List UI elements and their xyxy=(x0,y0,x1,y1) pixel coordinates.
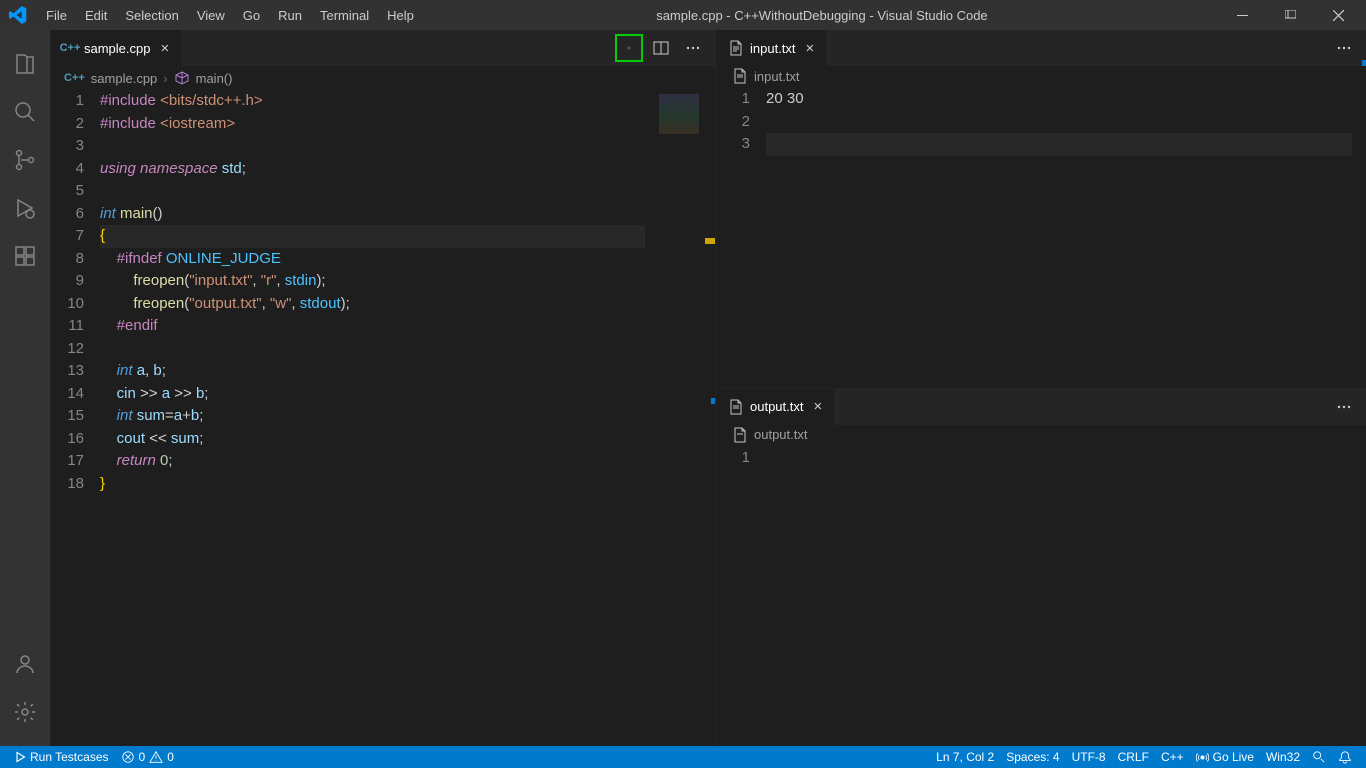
accounts-icon[interactable] xyxy=(1,640,49,688)
menu-edit[interactable]: Edit xyxy=(77,4,115,27)
window-title: sample.cpp - C++WithoutDebugging - Visua… xyxy=(422,8,1222,23)
close-tab-icon[interactable]: × xyxy=(160,40,169,57)
code-editor[interactable]: 123456789101112131415161718 #include <bi… xyxy=(50,90,715,746)
extensions-icon[interactable] xyxy=(1,232,49,280)
tab-input-txt[interactable]: input.txt × xyxy=(716,30,826,66)
vscode-logo-icon xyxy=(8,5,28,25)
cursor-position[interactable]: Ln 7, Col 2 xyxy=(930,746,1000,768)
go-live-button[interactable]: Go Live xyxy=(1190,746,1260,768)
source-control-icon[interactable] xyxy=(1,136,49,184)
tab-label: sample.cpp xyxy=(84,41,150,56)
breadcrumb-file: sample.cpp xyxy=(91,71,157,86)
tab-label: input.txt xyxy=(750,41,796,56)
breadcrumb[interactable]: input.txt xyxy=(716,66,1366,86)
input-editor[interactable]: 123 20 30 xyxy=(716,86,1366,388)
chevron-right-icon: › xyxy=(163,71,167,86)
maximize-button[interactable] xyxy=(1270,0,1310,30)
statusbar: Run Testcases 0 0 Ln 7, Col 2 Spaces: 4 … xyxy=(0,746,1366,768)
run-code-button[interactable] xyxy=(615,34,643,62)
breadcrumb-symbol: main() xyxy=(196,71,233,86)
minimize-button[interactable] xyxy=(1222,0,1262,30)
split-editor-icon[interactable] xyxy=(647,34,675,62)
search-icon[interactable] xyxy=(1,88,49,136)
overview-ruler[interactable] xyxy=(701,90,715,746)
close-tab-icon[interactable]: × xyxy=(806,40,815,57)
editor-group-main: C++ sample.cpp × C++ sample.cpp › main()… xyxy=(50,30,716,746)
menu-view[interactable]: View xyxy=(189,4,233,27)
encoding[interactable]: UTF-8 xyxy=(1066,746,1112,768)
output-pane: output.txt × output.txt 1 xyxy=(716,389,1366,747)
run-debug-icon[interactable] xyxy=(1,184,49,232)
file-icon xyxy=(732,427,748,443)
run-testcases-button[interactable]: Run Testcases xyxy=(8,746,115,768)
tab-sample-cpp[interactable]: C++ sample.cpp × xyxy=(50,30,181,66)
file-icon xyxy=(728,40,744,56)
titlebar: FileEditSelectionViewGoRunTerminalHelp s… xyxy=(0,0,1366,30)
menu-file[interactable]: File xyxy=(38,4,75,27)
language-mode[interactable]: C++ xyxy=(1155,746,1190,768)
menu-terminal[interactable]: Terminal xyxy=(312,4,377,27)
problems-button[interactable]: 0 0 xyxy=(115,746,180,768)
tab-output-txt[interactable]: output.txt × xyxy=(716,389,834,425)
tab-label: output.txt xyxy=(750,399,803,414)
cpp-file-icon: C++ xyxy=(64,72,85,84)
menubar: FileEditSelectionViewGoRunTerminalHelp xyxy=(38,4,422,27)
more-actions-icon[interactable] xyxy=(679,34,707,62)
close-tab-icon[interactable]: × xyxy=(813,398,822,415)
activity-bar xyxy=(0,30,50,746)
input-pane: input.txt × input.txt 123 20 30 xyxy=(716,30,1366,389)
breadcrumb[interactable]: C++ sample.cpp › main() xyxy=(50,66,715,90)
explorer-icon[interactable] xyxy=(1,40,49,88)
symbol-method-icon xyxy=(174,70,190,86)
output-editor[interactable]: 1 xyxy=(716,445,1366,747)
menu-selection[interactable]: Selection xyxy=(117,4,186,27)
win32-button[interactable]: Win32 xyxy=(1260,746,1306,768)
menu-run[interactable]: Run xyxy=(270,4,310,27)
indentation[interactable]: Spaces: 4 xyxy=(1000,746,1065,768)
menu-go[interactable]: Go xyxy=(235,4,268,27)
breadcrumb[interactable]: output.txt xyxy=(716,425,1366,445)
file-icon xyxy=(728,399,744,415)
feedback-icon[interactable] xyxy=(1306,746,1332,768)
cpp-file-icon: C++ xyxy=(62,40,78,56)
file-icon xyxy=(732,68,748,84)
eol[interactable]: CRLF xyxy=(1112,746,1155,768)
settings-gear-icon[interactable] xyxy=(1,688,49,736)
menu-help[interactable]: Help xyxy=(379,4,422,27)
